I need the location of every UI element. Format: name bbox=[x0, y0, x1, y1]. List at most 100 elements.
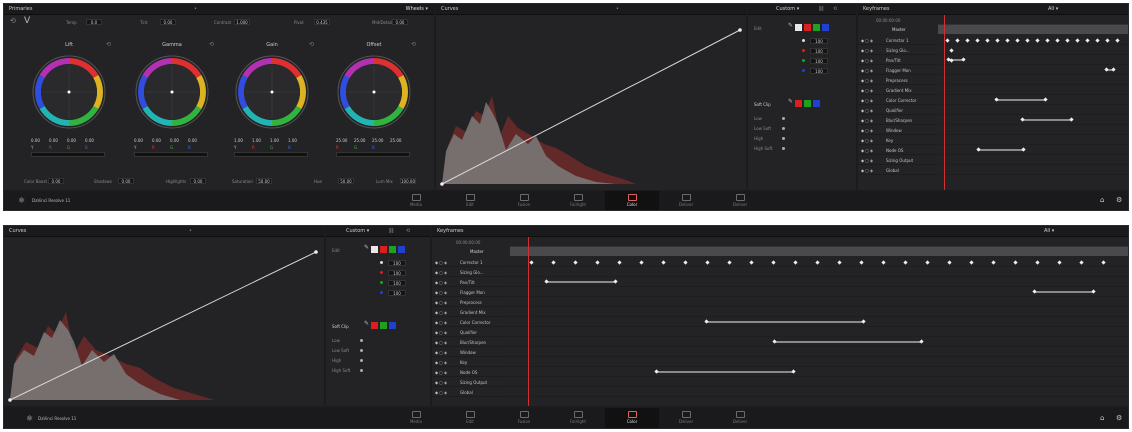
keyframe-track-row[interactable]: ◆ ◻ ◈ Pan/Tilt bbox=[858, 56, 936, 65]
master-wheel-slider[interactable] bbox=[336, 152, 410, 157]
param-value-field[interactable]: 100.00 bbox=[400, 178, 416, 184]
track-controls-icon[interactable]: ◆ ◻ ◈ bbox=[435, 388, 447, 397]
param-value-field[interactable]: 50.00 bbox=[256, 178, 272, 184]
keyframe-track-row[interactable]: ◆ ◻ ◈ Node OS bbox=[858, 146, 936, 155]
keyframe-range[interactable] bbox=[1106, 69, 1114, 71]
wheel-puck[interactable] bbox=[270, 90, 274, 94]
swatch-y[interactable] bbox=[371, 246, 378, 253]
keyframe-track-row[interactable]: ◆ ◻ ◈ Sizing Glo... bbox=[858, 46, 936, 55]
curve-point-high[interactable] bbox=[738, 28, 742, 32]
keyframe-range[interactable] bbox=[996, 99, 1046, 101]
settings-icon[interactable]: ⚙ bbox=[1116, 414, 1122, 422]
wheel-value[interactable]: 25.00 bbox=[354, 138, 365, 143]
keyframe-track-row[interactable]: ◆ ◻ ◈ Window bbox=[858, 126, 936, 135]
track-controls-icon[interactable]: ◆ ◻ ◈ bbox=[861, 156, 873, 165]
track-controls-icon[interactable]: ◆ ◻ ◈ bbox=[435, 358, 447, 367]
keyframe-track-row[interactable]: ◆ ◻ ◈ Node OS bbox=[432, 368, 508, 377]
page-tab-deliver[interactable]: Deliver bbox=[713, 191, 767, 210]
more-icon[interactable]: • bbox=[194, 4, 197, 15]
page-tab-edit[interactable]: Edit bbox=[443, 191, 497, 210]
master-wheel-slider[interactable] bbox=[31, 152, 105, 157]
track-controls-icon[interactable]: ◆ ◻ ◈ bbox=[435, 278, 447, 287]
swatch-b[interactable] bbox=[398, 246, 405, 253]
page-tab-fusion[interactable]: Fusion bbox=[497, 408, 551, 428]
reset-icon[interactable]: ⟲ bbox=[406, 226, 410, 237]
keyframe-range[interactable] bbox=[774, 341, 922, 343]
param-value-field[interactable]: 0.00 bbox=[190, 178, 206, 184]
keyframe-track-row[interactable]: ◆ ◻ ◈ Qualifier bbox=[858, 106, 936, 115]
param-value-field[interactable]: 50.00 bbox=[338, 178, 354, 184]
track-controls-icon[interactable]: ◆ ◻ ◈ bbox=[435, 378, 447, 387]
page-tab-deliver[interactable]: Deliver bbox=[659, 191, 713, 210]
page-tab-fairlight[interactable]: Fairlight bbox=[551, 191, 605, 210]
curves-mode-select[interactable]: Custom ▾ bbox=[776, 4, 799, 15]
keyframe-track-row[interactable]: ◆ ◻ ◈ Sizing Glo... bbox=[432, 268, 508, 277]
keyframes-filter[interactable]: All ▾ bbox=[1044, 226, 1054, 237]
swatch-g[interactable] bbox=[813, 24, 820, 31]
wheel-value[interactable]: 25.00 bbox=[372, 138, 383, 143]
color-wheel-ring[interactable] bbox=[19, 52, 119, 132]
master-wheel-slider[interactable] bbox=[234, 152, 308, 157]
color-wheel-ring[interactable] bbox=[324, 52, 424, 132]
keyframe-track-row[interactable]: ◆ ◻ ◈ Flagger Mon bbox=[858, 66, 936, 75]
track-controls-icon[interactable]: ◆ ◻ ◈ bbox=[861, 106, 873, 115]
keyframe-timeline[interactable] bbox=[510, 237, 1128, 406]
intensity-field[interactable]: 100 bbox=[810, 68, 828, 74]
page-tab-deliver[interactable]: Deliver bbox=[659, 408, 713, 428]
keyframe-timeline[interactable] bbox=[938, 15, 1128, 190]
intensity-field[interactable]: 100 bbox=[388, 270, 406, 276]
curves-mode-select[interactable]: Custom ▾ bbox=[346, 226, 369, 237]
link-icon[interactable]: ⛓ bbox=[388, 226, 394, 237]
softclip-swatch-b[interactable] bbox=[813, 100, 820, 107]
keyframe-track-row[interactable]: ◆ ◻ ◈ Corrector 1 bbox=[858, 36, 936, 45]
keyframe-track-row[interactable]: ◆ ◻ ◈ Corrector 1 bbox=[432, 258, 508, 267]
wheel-value[interactable]: 0.00 bbox=[134, 138, 143, 143]
track-controls-icon[interactable]: ◆ ◻ ◈ bbox=[435, 348, 447, 357]
param-value-field[interactable]: 0.0 bbox=[86, 19, 102, 25]
track-controls-icon[interactable]: ◆ ◻ ◈ bbox=[861, 86, 873, 95]
wheel-value[interactable]: 0.00 bbox=[67, 138, 76, 143]
track-controls-icon[interactable]: ◆ ◻ ◈ bbox=[861, 46, 873, 55]
track-controls-icon[interactable]: ◆ ◻ ◈ bbox=[435, 268, 447, 277]
master-wheel-slider[interactable] bbox=[134, 152, 208, 157]
track-controls-icon[interactable]: ◆ ◻ ◈ bbox=[861, 166, 873, 175]
intensity-field[interactable]: 100 bbox=[388, 260, 406, 266]
track-controls-icon[interactable]: ◆ ◻ ◈ bbox=[435, 308, 447, 317]
param-value-field[interactable]: 0.00 bbox=[118, 178, 134, 184]
keyframe-track-row[interactable]: ◆ ◻ ◈ Window bbox=[432, 348, 508, 357]
intensity-field[interactable]: 100 bbox=[810, 38, 828, 44]
keyframe-track-row[interactable]: ◆ ◻ ◈ Global bbox=[432, 388, 508, 397]
reset-icon[interactable]: ⟲ bbox=[309, 41, 314, 48]
color-wheel-ring[interactable] bbox=[122, 52, 222, 132]
keyframe-track-row[interactable]: ◆ ◻ ◈ Gradient Mix bbox=[432, 308, 508, 317]
page-tab-deliver[interactable]: Deliver bbox=[713, 408, 767, 428]
curve-line[interactable] bbox=[9, 251, 317, 401]
intensity-field[interactable]: 100 bbox=[810, 48, 828, 54]
keyframe-track-row[interactable]: ◆ ◻ ◈ Sizing Output bbox=[432, 378, 508, 387]
home-icon[interactable]: ⌂ bbox=[1100, 414, 1104, 422]
page-tab-media[interactable]: Media bbox=[389, 408, 443, 428]
softclip-value[interactable] bbox=[782, 137, 785, 140]
wheel-puck[interactable] bbox=[170, 90, 174, 94]
keyframe-range[interactable] bbox=[1022, 119, 1072, 121]
page-tab-edit[interactable]: Edit bbox=[443, 408, 497, 428]
wheel-puck[interactable] bbox=[67, 90, 71, 94]
softclip-swatch-g[interactable] bbox=[380, 322, 387, 329]
track-controls-icon[interactable]: ◆ ◻ ◈ bbox=[435, 288, 447, 297]
wheel-value[interactable]: 1.00 bbox=[252, 138, 261, 143]
pick-icon[interactable]: ✎ bbox=[788, 98, 793, 105]
softclip-value[interactable] bbox=[360, 339, 363, 342]
keyframe-track-row[interactable]: ◆ ◻ ◈ Blur/Sharpen bbox=[432, 338, 508, 347]
softclip-value[interactable] bbox=[782, 117, 785, 120]
reset-icon[interactable]: ⟲ bbox=[10, 17, 16, 25]
keyframe-track-row[interactable]: ◆ ◻ ◈ Pan/Tilt bbox=[432, 278, 508, 287]
reset-icon[interactable]: ⟲ bbox=[209, 41, 214, 48]
wheel-value[interactable]: 0.00 bbox=[188, 138, 197, 143]
track-controls-icon[interactable]: ◆ ◻ ◈ bbox=[861, 136, 873, 145]
track-controls-icon[interactable]: ◆ ◻ ◈ bbox=[861, 56, 873, 65]
softclip-value[interactable] bbox=[782, 147, 785, 150]
page-tab-media[interactable]: Media bbox=[389, 191, 443, 210]
track-controls-icon[interactable]: ◆ ◻ ◈ bbox=[435, 318, 447, 327]
param-value-field[interactable]: 0.00 bbox=[392, 19, 408, 25]
link-icon[interactable]: ⛓ bbox=[818, 4, 824, 15]
